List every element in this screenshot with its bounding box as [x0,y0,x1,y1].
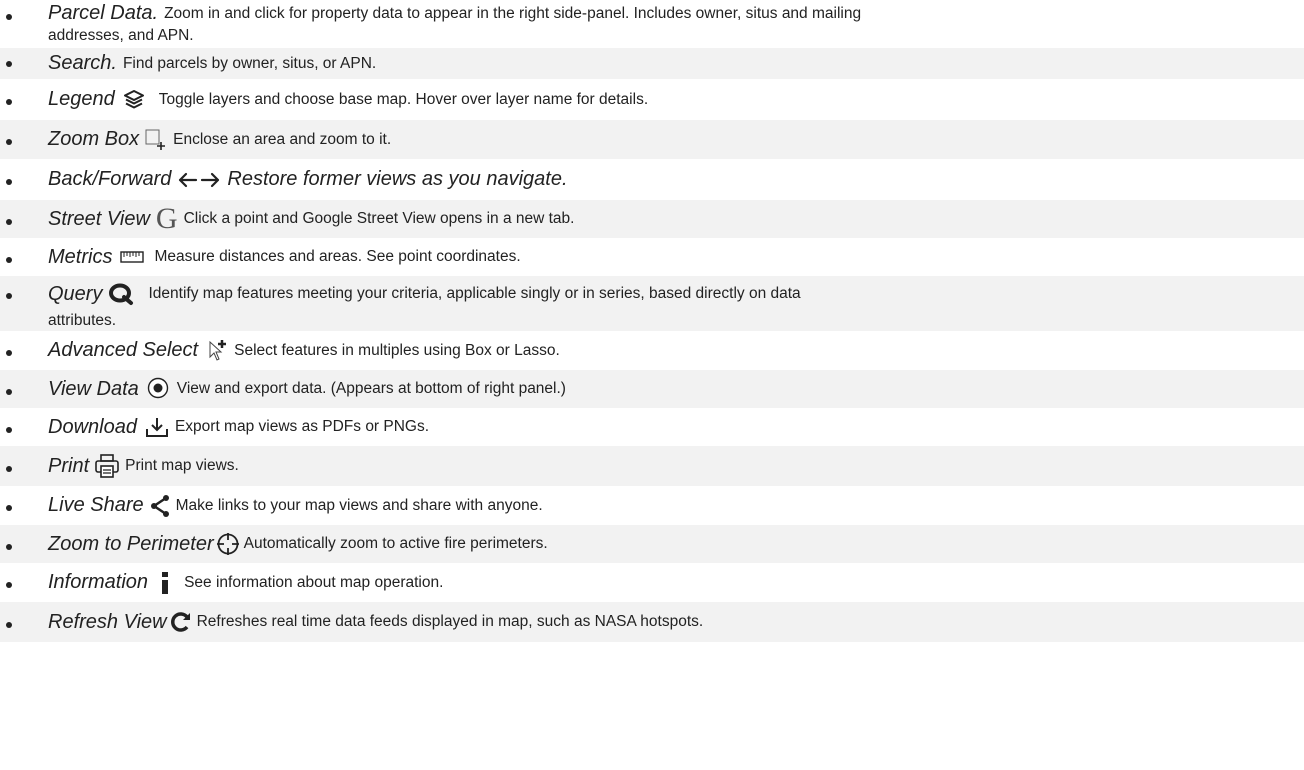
item-title: View Data [48,377,139,400]
list-item: Download Export map views as PDFs or PNG… [0,408,1304,446]
list-item: Print Print map views. [0,446,1304,486]
item-title: Download [48,415,137,438]
list-item: Refresh View Refreshes real time data fe… [0,602,1304,642]
list-item: Parcel Data. Zoom in and click for prope… [0,0,1304,48]
item-title: Parcel Data. [48,2,159,24]
bullet [6,219,12,225]
item-description: Automatically zoom to active fire perime… [243,535,548,552]
item-title: Street View [48,207,150,230]
item-title: Back/Forward [48,168,172,190]
item-description: View and export data. (Appears at bottom… [176,380,566,397]
list-item: View Data View and export data. (Appears… [0,370,1304,408]
bullet [6,544,12,550]
bullet [6,350,12,356]
item-title: Legend [48,88,115,110]
item-title: Print [48,454,90,477]
item-description: Identify map features meeting your crite… [148,285,801,302]
query-icon [108,282,134,306]
item-description: Toggle layers and choose base map. Hover… [158,90,649,108]
item-title: Search. [48,52,117,74]
item-title: Information [48,571,149,593]
bullet [6,61,12,67]
bullet [6,622,12,628]
list-item: Zoom to Perimeter Automatically zoom to … [0,525,1304,563]
item-description: Select features in multiples using Box o… [234,341,560,359]
item-description: Refreshes real time data feeds displayed… [196,613,704,630]
list-item: Query Identify map features meeting your… [0,276,1304,331]
list-item: Advanced Select Select features in multi… [0,331,1304,370]
eye-icon [145,377,171,401]
item-title: Refresh View [48,610,167,633]
bullet [6,293,12,299]
bullet [6,466,12,472]
item-description: Click a point and Google Street View ope… [183,210,575,227]
item-description: Enclose an area and zoom to it. [173,130,392,148]
bullet [6,582,12,588]
list-item: Information See information about map op… [0,563,1304,602]
advanced-select-cursor-icon [208,339,228,363]
item-description: Print map views. [125,457,239,474]
list-item: Back/Forward Restore former views as you… [0,159,1304,200]
item-description: Zoom in and click for property data to a… [164,4,862,22]
bullet [6,257,12,263]
item-description: Measure distances and areas. See point c… [154,248,521,265]
item-description-continued: attributes. [48,312,117,329]
item-description: See information about map operation. [184,573,444,591]
bullet [6,14,12,20]
bullet [6,139,12,145]
item-title: Zoom to Perimeter [48,532,214,555]
layers-icon [123,89,145,111]
item-title: Query [48,282,103,305]
list-item: Legend Toggle layers and choose base map… [0,79,1304,120]
bullet [6,179,12,185]
item-description-continued: addresses, and APN. [48,27,194,44]
bullet [6,505,12,511]
info-icon [162,571,169,594]
tool-help-list: Parcel Data. Zoom in and click for prope… [0,0,1304,642]
share-icon [150,494,170,517]
list-item: Zoom Box Enclose an area and zoom to it. [0,120,1304,159]
ruler-icon [120,249,145,265]
google-g-icon: G [155,202,178,235]
back-forward-arrows-icon [177,171,221,189]
bullet [6,389,12,395]
bullet [6,99,12,105]
item-title: Advanced Select [48,339,199,361]
list-item: Live Share Make links to your map views … [0,486,1304,525]
list-item: Street View G Click a point and Google S… [0,200,1304,238]
list-item: Metrics Measure distances and areas. See… [0,238,1304,276]
item-title: Zoom Box [48,128,140,150]
item-description: Make links to your map views and share w… [175,496,543,514]
item-title: Live Share [48,494,144,516]
download-icon [145,416,169,438]
refresh-icon [169,610,193,634]
item-title: Metrics [48,245,113,268]
list-item: Search. Find parcels by owner, situs, or… [0,48,1304,79]
item-description: Find parcels by owner, situs, or APN. [122,54,377,72]
item-description: Export map views as PDFs or PNGs. [174,418,430,435]
bullet [6,427,12,433]
zoom-box-icon [145,129,167,151]
item-description: Restore former views as you navigate. [227,168,568,190]
crosshair-icon [216,532,240,556]
printer-icon [95,454,119,478]
